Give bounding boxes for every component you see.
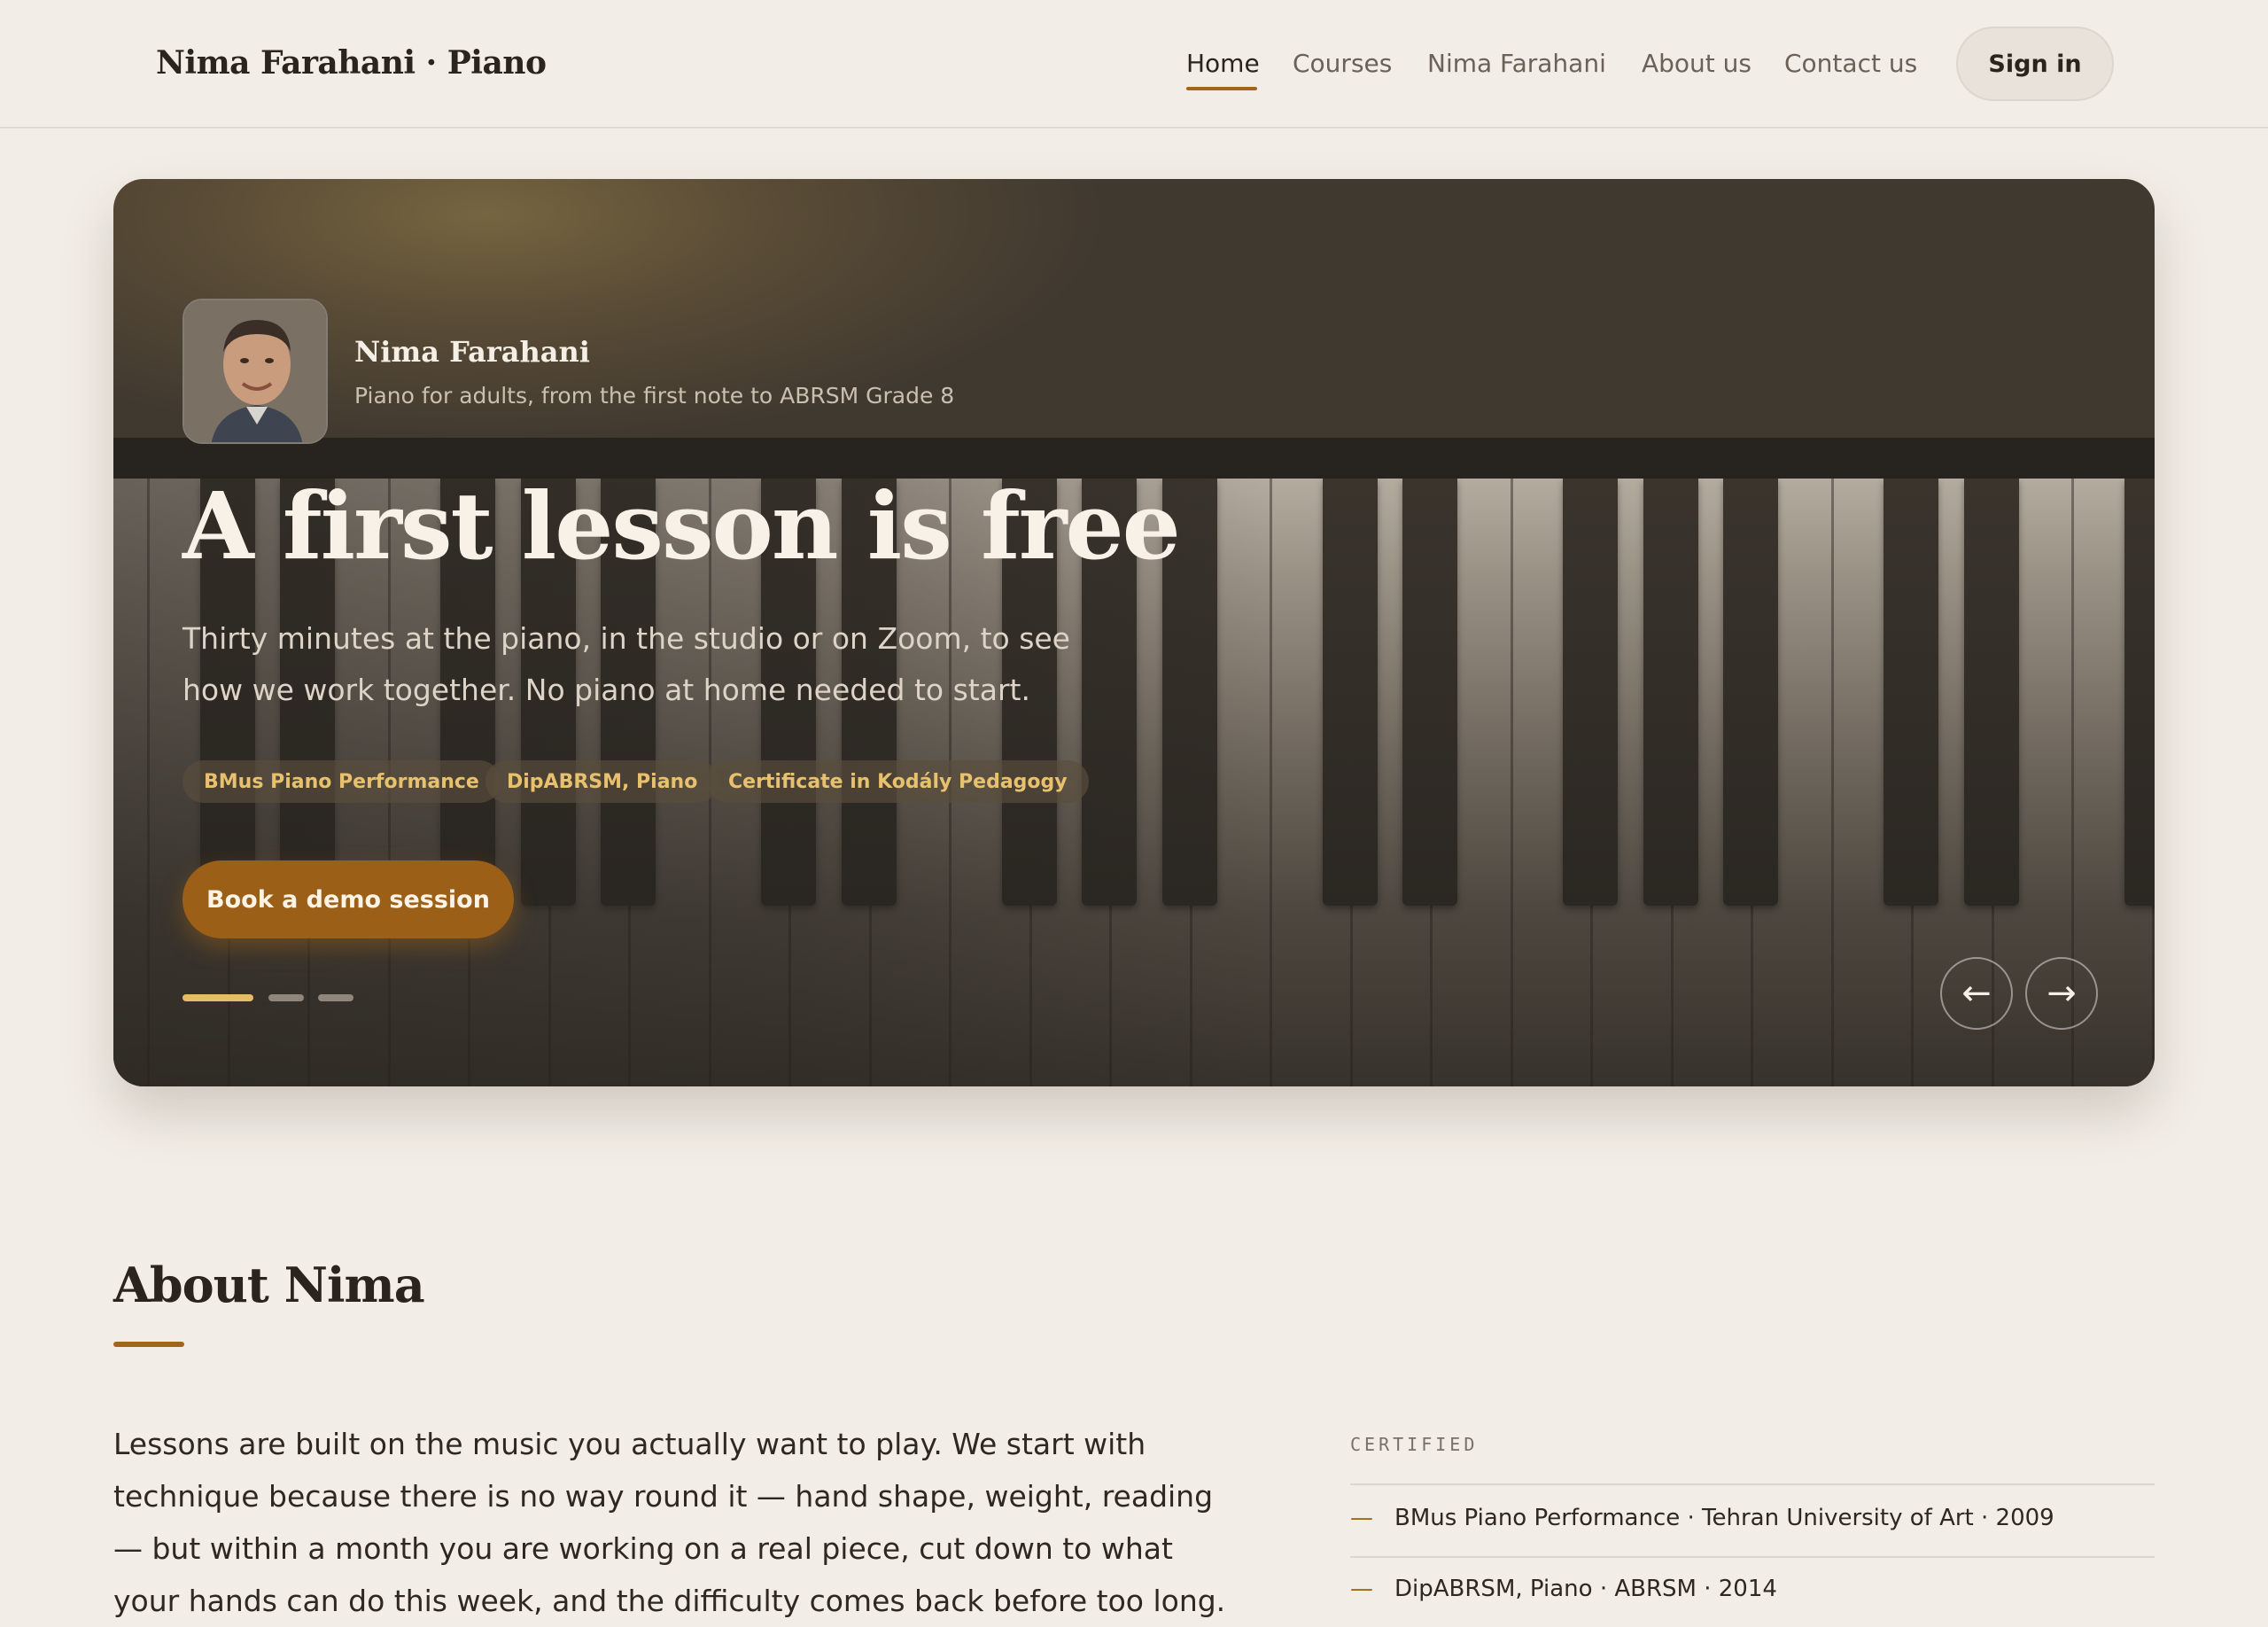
hero-subtitle: Thirty minutes at the piano, in the stud… [183, 621, 1070, 707]
piano-black-key [1563, 479, 1618, 906]
nav-active-indicator [1186, 87, 1257, 90]
carousel-dot-1[interactable] [183, 994, 253, 1001]
teacher-name: Nima Farahani [354, 335, 590, 369]
sign-in-button[interactable]: Sign in [1956, 27, 2114, 101]
piano-black-key [1963, 479, 2019, 906]
cert-divider [1350, 1556, 2155, 1558]
carousel-prev-arrow-icon[interactable]: ← [1940, 957, 2013, 1030]
about-body: Lessons are built on the music you actua… [113, 1427, 1226, 1618]
about-heading: About Nima [113, 1257, 425, 1313]
nav-nima-farahani[interactable]: Nima Farahani [1427, 49, 1606, 78]
qualification-chip: Certificate in Kodály Pedagogy [707, 760, 1089, 803]
about-heading-rule [113, 1342, 184, 1347]
piano-black-key [1322, 479, 1378, 906]
carousel-dot-2[interactable] [268, 994, 304, 1001]
book-demo-button[interactable]: Book a demo session [183, 860, 514, 938]
teacher-avatar [183, 299, 328, 444]
piano-black-key [2124, 479, 2155, 906]
hero-title: A first lesson is free [183, 471, 1181, 580]
piano-black-key [1402, 479, 1457, 906]
certified-label: CERTIFIED [1350, 1434, 1479, 1455]
site-brand[interactable]: Nima Farahani · Piano [156, 44, 547, 82]
cert-text: DipABRSM, Piano · ABRSM · 2014 [1394, 1576, 1777, 1602]
nav-about-us[interactable]: About us [1642, 49, 1751, 78]
piano-black-key [1643, 479, 1698, 906]
nav-home[interactable]: Home [1186, 49, 1260, 78]
cert-item: — BMus Piano Performance · Tehran Univers… [1350, 1505, 2054, 1531]
dash-icon: — [1350, 1505, 1373, 1531]
piano-black-key [1723, 479, 1778, 906]
hero-carousel: Nima Farahani Piano for adults, from the… [113, 179, 2155, 1086]
nav-courses[interactable]: Courses [1293, 49, 1392, 78]
qualification-chip: BMus Piano Performance [183, 760, 501, 803]
piano-black-key [1884, 479, 1938, 906]
top-bar: Nima Farahani · Piano Home Courses Nima … [0, 0, 2268, 128]
cert-text: BMus Piano Performance · Tehran Universi… [1394, 1505, 2054, 1531]
carousel-dot-3[interactable] [318, 994, 353, 1001]
teacher-tagline: Piano for adults, from the first note to… [354, 383, 955, 409]
qualification-chip: DipABRSM, Piano [485, 760, 719, 803]
dash-icon: — [1350, 1576, 1373, 1602]
nav-contact-us[interactable]: Contact us [1784, 49, 1917, 78]
carousel-next-arrow-icon[interactable]: → [2025, 957, 2098, 1030]
cert-item: — DipABRSM, Piano · ABRSM · 2014 [1350, 1576, 1777, 1602]
cert-divider [1350, 1483, 2155, 1485]
